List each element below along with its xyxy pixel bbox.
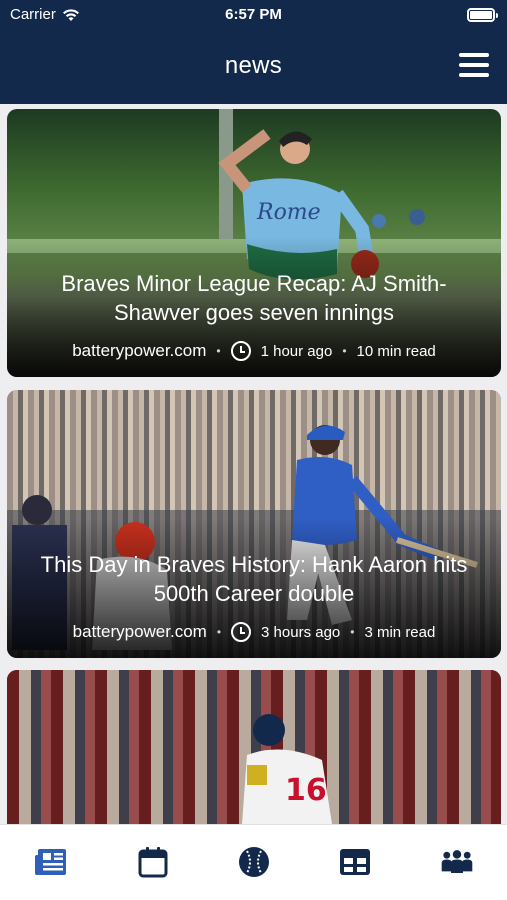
article-meta: batterypower.com • 3 hours ago • 3 min r… <box>72 622 436 642</box>
article-image: 16 <box>7 670 501 824</box>
page-title: news <box>224 52 283 79</box>
tab-team[interactable] <box>440 845 474 879</box>
tab-bar <box>0 824 507 900</box>
article-headline: Braves Minor League Recap: AJ Smith-Shaw… <box>61 271 447 325</box>
article-card[interactable]: This Day in Braves History: Hank Aaron h… <box>7 390 501 658</box>
article-read-time: 3 min read <box>364 623 436 641</box>
menu-icon[interactable] <box>459 53 489 77</box>
app-header: Carrier 6:57 PM news <box>0 0 507 104</box>
article-time: 3 hours ago <box>261 623 341 641</box>
article-read-time: 10 min read <box>356 342 436 360</box>
article-card[interactable]: Rome Braves Minor League Recap: AJ Smith… <box>7 109 501 377</box>
article-meta: batterypower.com • 1 hour ago • 10 min r… <box>72 341 436 361</box>
status-time: 6:57 PM <box>225 6 282 23</box>
svg-text:16: 16 <box>285 773 327 808</box>
clock-icon <box>231 622 252 642</box>
article-source: batterypower.com <box>72 622 207 641</box>
article-time: 1 hour ago <box>260 342 333 360</box>
team-people-icon <box>441 850 473 874</box>
table-grid-icon <box>340 849 370 875</box>
tab-schedule[interactable] <box>136 845 170 879</box>
status-bar: Carrier 6:57 PM <box>0 6 507 26</box>
article-headline: This Day in Braves History: Hank Aaron h… <box>40 552 468 606</box>
tab-scores[interactable] <box>237 845 271 879</box>
calendar-icon <box>138 847 168 878</box>
tab-standings[interactable] <box>338 845 372 879</box>
baseball-icon <box>239 847 269 877</box>
battery-icon <box>467 8 498 22</box>
newspaper-icon <box>35 849 66 875</box>
svg-text:Rome: Rome <box>256 200 321 225</box>
clock-icon <box>230 341 251 361</box>
article-card[interactable]: 16 <box>7 670 501 824</box>
article-source: batterypower.com <box>72 341 207 360</box>
tab-news[interactable] <box>34 845 68 879</box>
